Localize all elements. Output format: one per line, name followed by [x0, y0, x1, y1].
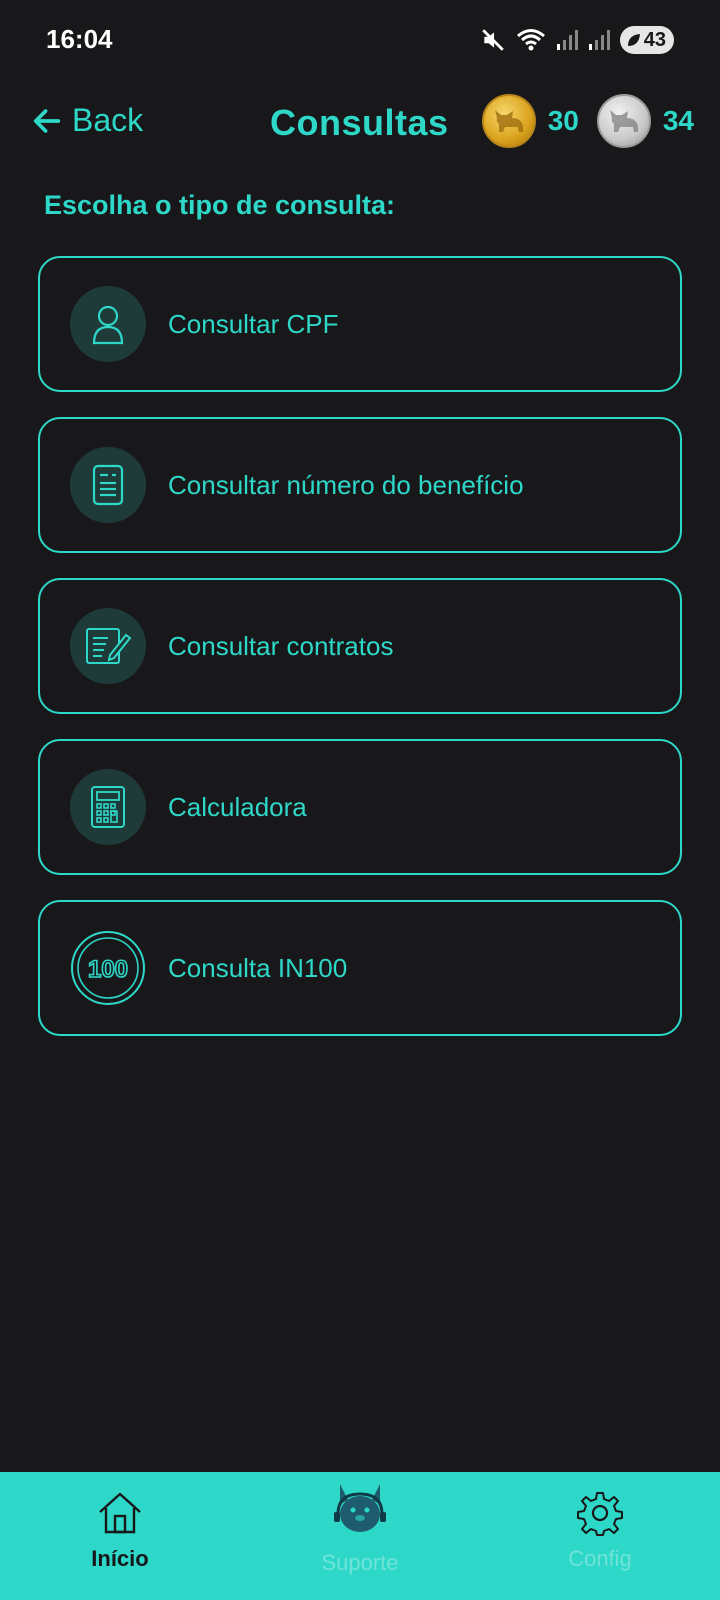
option-consultar-cpf[interactable]: Consultar CPF: [38, 256, 682, 392]
battery-indicator: 43: [619, 26, 674, 54]
home-icon: [99, 1492, 141, 1534]
section-subtitle: Escolha o tipo de consulta:: [44, 190, 396, 220]
option-label: Consultar número do benefício: [168, 469, 524, 500]
coin-balances: 30 34: [481, 94, 694, 148]
page-title: Consultas: [270, 102, 449, 143]
silver-coin-count: 34: [662, 105, 694, 136]
gear-icon: [577, 1492, 623, 1536]
silver-coin-icon: [596, 94, 651, 148]
back-label: Back: [72, 102, 144, 138]
status-icons: 43: [480, 26, 674, 54]
nav-label: Suporte: [321, 1550, 399, 1575]
document-icon: [70, 447, 146, 523]
option-label: Consultar CPF: [168, 308, 339, 339]
option-consultar-beneficio[interactable]: Consultar número do benefício: [38, 417, 682, 553]
gold-coin-icon: [481, 94, 536, 148]
option-label: Consulta IN100: [168, 952, 348, 983]
arrow-left-icon: [33, 108, 61, 133]
option-calculadora[interactable]: Calculadora: [38, 739, 682, 875]
nav-label: Config: [568, 1546, 632, 1571]
in100-icon: 100: [70, 930, 146, 1006]
mute-icon: [482, 29, 504, 51]
calculator-icon: [70, 769, 146, 845]
option-consultar-contratos[interactable]: Consultar contratos: [38, 578, 682, 714]
status-bar: 16:04 43: [0, 0, 720, 80]
back-button[interactable]: Back: [30, 102, 143, 139]
bottom-nav: Início Suporte Config: [0, 1472, 720, 1600]
user-icon: [70, 286, 146, 362]
svg-text:100: 100: [88, 956, 128, 983]
battery-saver-icon: [627, 34, 640, 46]
option-consulta-in100[interactable]: 100 Consulta IN100: [38, 900, 682, 1036]
support-dog-icon: [334, 1484, 386, 1532]
wifi-icon: [516, 29, 545, 51]
signal-icon: [556, 30, 578, 50]
header: Back Consultas 30 34: [0, 90, 720, 160]
options-list: Consultar CPF Consultar número do benefí…: [38, 256, 682, 1061]
status-time: 16:04: [46, 24, 113, 54]
battery-level: 43: [643, 28, 666, 51]
option-label: Consultar contratos: [168, 630, 394, 661]
option-label: Calculadora: [168, 791, 307, 822]
nav-label: Início: [91, 1546, 149, 1571]
contract-edit-icon: [70, 608, 146, 684]
nav-inicio[interactable]: Início: [0, 1472, 240, 1600]
consultas-screen: 16:04 43 Back Consultas 30 34 Escolha o …: [0, 0, 720, 1600]
nav-config[interactable]: Config: [480, 1472, 720, 1600]
gold-coin-count: 30: [547, 105, 579, 136]
signal-icon-2: [588, 30, 610, 50]
nav-suporte[interactable]: Suporte: [240, 1472, 480, 1600]
